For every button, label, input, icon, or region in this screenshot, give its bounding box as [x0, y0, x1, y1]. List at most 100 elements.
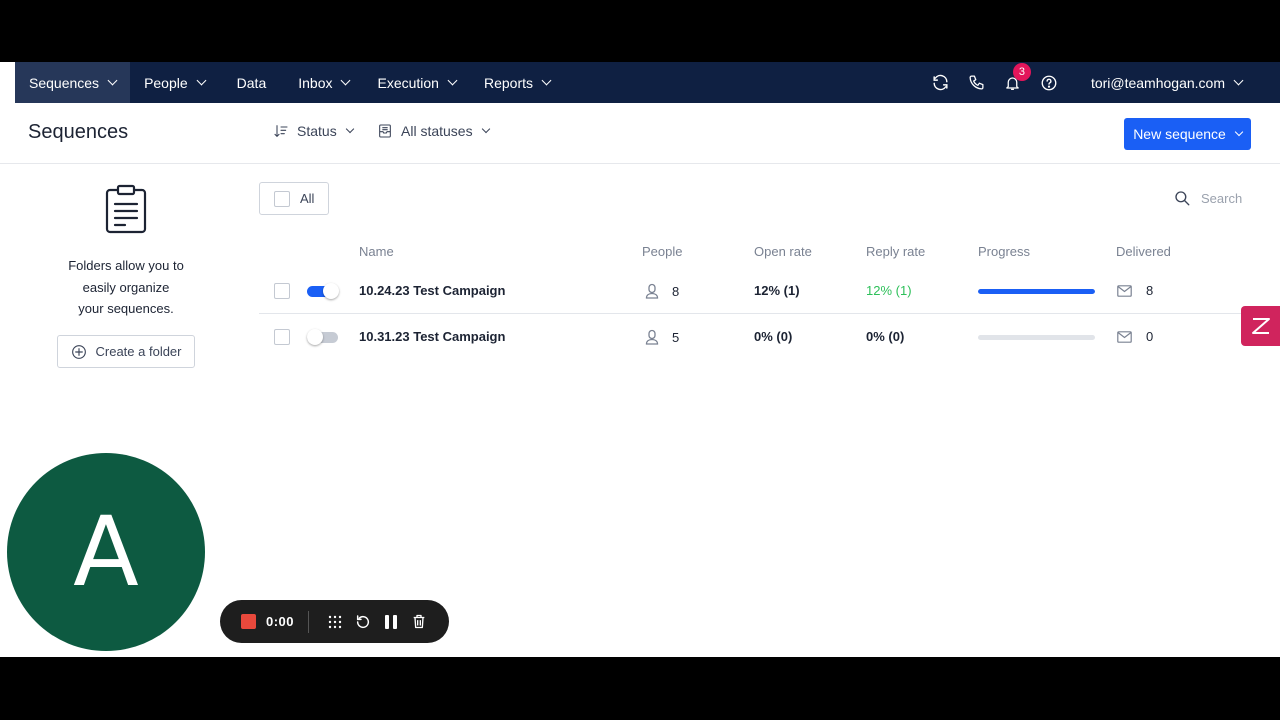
nav-right-group: 3 tori@teamhogan.com	[923, 62, 1280, 103]
nav-execution-label: Execution	[377, 74, 439, 91]
nav-reports[interactable]: Reports	[470, 62, 564, 103]
table-row[interactable]: 10.24.23 Test Campaign 8 12% (1) 12% (1)…	[259, 268, 1279, 314]
folders-message-line: easily organize	[82, 279, 170, 295]
people-count: 8	[645, 283, 679, 299]
chevron-down-icon	[481, 124, 490, 134]
nav-people[interactable]: People	[130, 62, 219, 103]
nav-sequences-label: Sequences	[29, 74, 100, 91]
chevron-down-icon	[541, 75, 552, 86]
nav-data[interactable]: Data	[219, 62, 285, 103]
clipboard-icon	[105, 184, 147, 239]
avatar-initial: A	[73, 496, 139, 608]
restart-icon[interactable]	[349, 608, 377, 636]
recording-toolbar: 0:00	[220, 600, 449, 643]
recording-timer: 0:00	[266, 614, 295, 629]
help-icon[interactable]	[1031, 62, 1067, 103]
chevron-down-icon	[196, 75, 207, 86]
trash-icon[interactable]	[405, 608, 433, 636]
sequence-active-toggle[interactable]	[307, 329, 338, 345]
search-placeholder: Search	[1201, 190, 1243, 206]
column-header-delivered[interactable]: Delivered	[1116, 244, 1171, 259]
progress-fill	[978, 289, 1095, 294]
inbox-tray-icon	[379, 124, 391, 138]
nav-inbox[interactable]: Inbox	[284, 62, 363, 103]
reply-rate: 12% (1)	[866, 283, 912, 298]
delivered-value: 0	[1146, 329, 1154, 344]
person-icon	[645, 283, 659, 299]
grid-dots-icon[interactable]	[321, 608, 349, 636]
people-count-value: 5	[672, 329, 680, 345]
progress-bar	[978, 289, 1095, 294]
open-rate: 12% (1)	[754, 283, 800, 298]
row-checkbox[interactable]	[274, 283, 290, 299]
user-email: tori@teamhogan.com	[1090, 74, 1225, 91]
divider	[308, 610, 310, 633]
chevron-down-icon	[107, 75, 118, 86]
create-folder-label: Create a folder	[95, 344, 182, 359]
delivered-value: 8	[1146, 283, 1154, 298]
page-header: Sequences Status All statuses New sequen…	[0, 103, 1280, 164]
sync-icon[interactable]	[923, 62, 959, 103]
toggle-knob	[307, 329, 323, 345]
screen-frame: Sequences People Data Inbox Execution Re…	[0, 0, 1280, 720]
nav-execution[interactable]: Execution	[363, 62, 469, 103]
chevron-down-icon	[345, 124, 354, 134]
sequence-active-toggle[interactable]	[307, 283, 339, 299]
nav-data-label: Data	[236, 74, 267, 91]
status-filter-label: All statuses	[401, 123, 473, 139]
nav-inbox-label: Inbox	[298, 74, 333, 91]
toggle-knob	[323, 283, 339, 299]
sequence-name[interactable]: 10.24.23 Test Campaign	[359, 283, 505, 298]
chevron-down-icon	[341, 75, 351, 86]
envelope-icon	[1117, 330, 1132, 343]
column-header-name[interactable]: Name	[359, 244, 394, 259]
checkbox-box	[274, 190, 290, 207]
reply-rate: 0% (0)	[866, 329, 905, 344]
zendesk-widget-tab[interactable]	[1241, 306, 1280, 346]
status-filter-dropdown[interactable]: All statuses	[377, 123, 490, 139]
chevron-down-icon	[447, 75, 458, 86]
zendesk-logo-icon	[1251, 318, 1270, 334]
search-icon	[1175, 191, 1190, 206]
nav-sequences[interactable]: Sequences	[15, 62, 131, 103]
stop-recording-button[interactable]	[241, 614, 256, 629]
column-header-open-rate[interactable]: Open rate	[754, 244, 812, 259]
create-folder-button[interactable]: Create a folder	[57, 335, 195, 368]
select-all-checkbox[interactable]: All	[259, 182, 329, 215]
chevron-down-icon	[1233, 75, 1244, 86]
presenter-avatar: A	[7, 453, 205, 651]
nav-people-label: People	[144, 74, 188, 91]
nav-reports-label: Reports	[483, 74, 533, 91]
table-row[interactable]: 10.31.23 Test Campaign 5 0% (0) 0% (0) 0	[259, 314, 1279, 360]
top-nav: Sequences People Data Inbox Execution Re…	[15, 62, 1280, 103]
sequence-name[interactable]: 10.31.23 Test Campaign	[359, 329, 505, 344]
new-sequence-button[interactable]: New sequence	[1124, 118, 1251, 150]
notification-badge: 3	[1012, 63, 1031, 81]
folders-message-line: your sequences.	[78, 301, 174, 316]
sort-label: Status	[297, 123, 337, 139]
chevron-down-icon	[1234, 127, 1244, 137]
sort-icon	[274, 125, 288, 138]
column-header-reply-rate[interactable]: Reply rate	[866, 244, 925, 259]
people-count-value: 8	[672, 283, 680, 299]
envelope-icon	[1117, 284, 1132, 297]
sort-dropdown[interactable]: Status	[273, 123, 354, 139]
delivered-count: 0	[1117, 329, 1153, 344]
person-icon	[645, 329, 659, 345]
people-count: 5	[645, 329, 679, 345]
pause-icon[interactable]	[377, 608, 405, 636]
search-input[interactable]: Search	[1173, 189, 1242, 207]
page-title: Sequences	[28, 121, 129, 143]
column-header-people[interactable]: People	[642, 244, 682, 259]
column-header-progress[interactable]: Progress	[978, 244, 1030, 259]
folders-empty-message: Folders allow you to easily organize you…	[52, 255, 200, 320]
user-menu[interactable]: tori@teamhogan.com	[1067, 75, 1280, 91]
row-checkbox[interactable]	[274, 329, 290, 345]
progress-bar	[978, 335, 1095, 340]
open-rate: 0% (0)	[754, 329, 793, 344]
select-all-label: All	[300, 191, 315, 206]
bell-icon[interactable]: 3	[995, 62, 1031, 103]
phone-icon[interactable]	[959, 62, 995, 103]
plus-circle-icon	[71, 344, 86, 359]
new-sequence-label: New sequence	[1133, 126, 1226, 142]
